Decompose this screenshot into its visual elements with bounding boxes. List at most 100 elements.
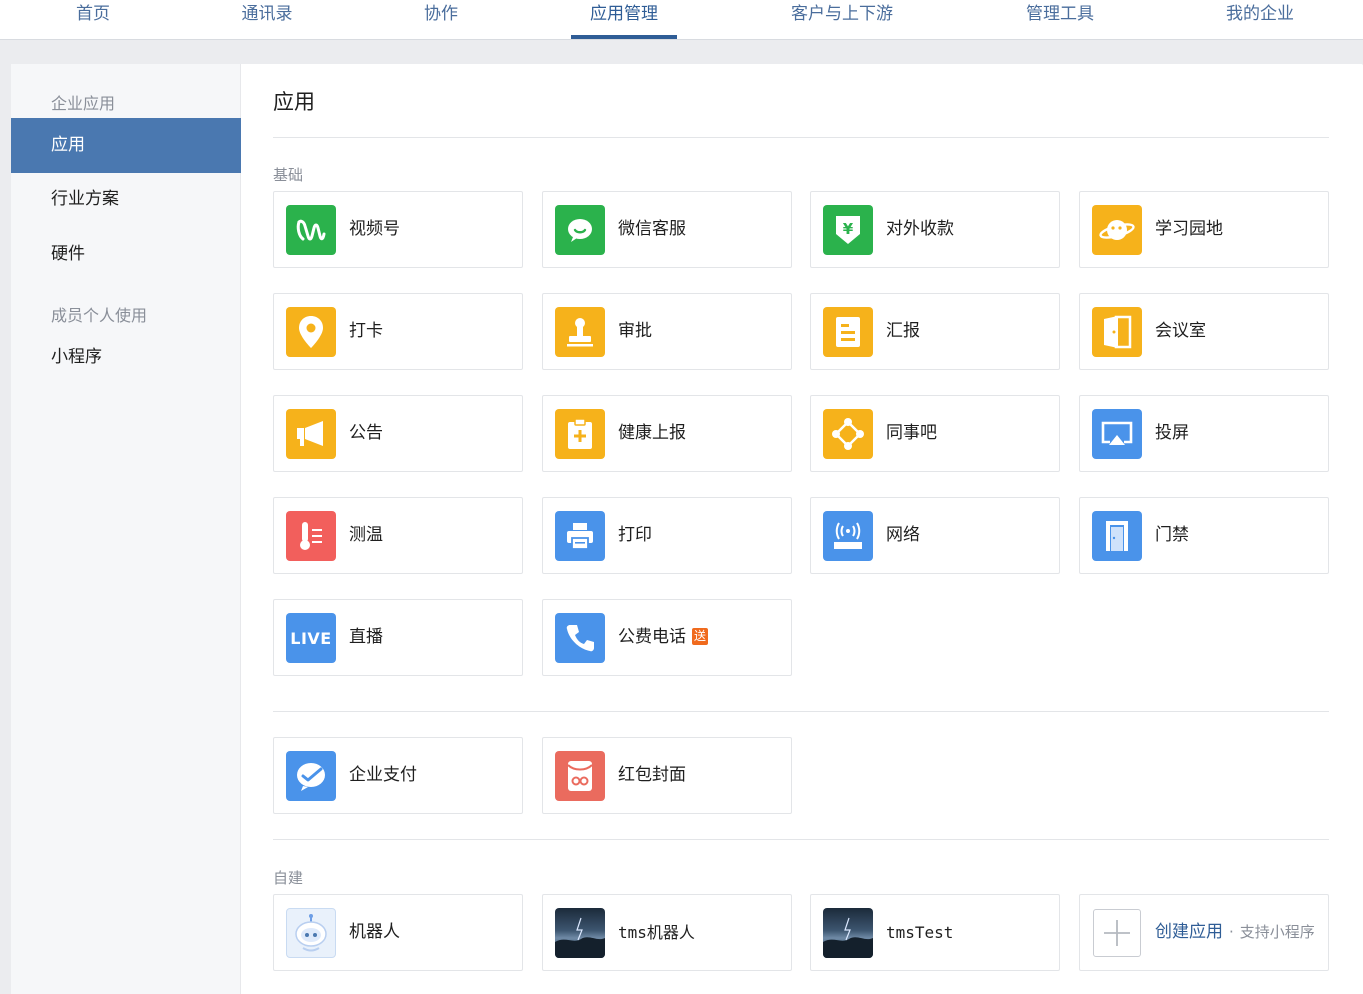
app-card-approval[interactable]: 审批: [542, 293, 792, 370]
app-name: 审批: [618, 321, 652, 341]
tab-management-tools[interactable]: 管理工具: [1026, 0, 1094, 40]
app-card-enterprise-payment[interactable]: 企业支付: [273, 737, 523, 814]
sidebar-item-hardware[interactable]: 硬件: [11, 227, 241, 282]
tab-my-enterprise[interactable]: 我的企业: [1226, 0, 1294, 40]
app-card-announcement[interactable]: 公告: [273, 395, 523, 472]
app-card-public-phone[interactable]: 公费电话送: [542, 599, 792, 676]
app-card-channels[interactable]: 视频号: [273, 191, 523, 268]
tab-collaboration[interactable]: 协作: [424, 0, 458, 40]
app-name: 学习园地: [1155, 219, 1223, 239]
sidebar-item-industry-solutions[interactable]: 行业方案: [11, 172, 241, 227]
sidebar-item-mini-programs[interactable]: 小程序: [11, 330, 241, 385]
door-icon: [1092, 511, 1142, 561]
app-name: 公费电话送: [618, 600, 709, 675]
section-label-basic: 基础: [273, 166, 304, 184]
app-card-colleague-forum[interactable]: 同事吧: [810, 395, 1060, 472]
tab-contacts[interactable]: 通讯录: [242, 0, 293, 40]
sidebar: 企业应用 应用 行业方案 硬件 成员个人使用 小程序: [11, 64, 241, 994]
app-card-tms-test[interactable]: tmsTest: [810, 894, 1060, 971]
tab-customers[interactable]: 客户与上下游: [791, 0, 893, 40]
app-card-learning-garden[interactable]: 学习园地: [1079, 191, 1329, 268]
content-area: 应用 基础 视频号 微信客服 ¥ 对外收款 学习园地 打卡 审批 汇报 会议室 …: [273, 64, 1329, 994]
app-card-report[interactable]: 汇报: [810, 293, 1060, 370]
app-name: 会议室: [1155, 321, 1206, 341]
app-name: 打印: [618, 525, 652, 545]
gift-badge: 送: [692, 628, 709, 645]
yuan-shield-icon: ¥: [823, 205, 873, 255]
svg-text:¥: ¥: [843, 220, 854, 238]
network-nodes-icon: [823, 409, 873, 459]
app-name: tmsTest: [886, 923, 954, 942]
app-card-network[interactable]: 网络: [810, 497, 1060, 574]
app-card-meeting-room[interactable]: 会议室: [1079, 293, 1329, 370]
app-card-external-payment[interactable]: ¥ 对外收款: [810, 191, 1060, 268]
screen-cast-icon: [1092, 409, 1142, 459]
divider: [273, 711, 1329, 712]
app-card-robot[interactable]: 机器人: [273, 894, 523, 971]
chat-bubble-icon: [555, 205, 605, 255]
create-app-link[interactable]: 创建应用: [1155, 922, 1223, 942]
live-icon: LIVE: [286, 613, 336, 663]
channels-icon: [286, 205, 336, 255]
app-card-wechat-service[interactable]: 微信客服: [542, 191, 792, 268]
app-name: 企业支付: [349, 765, 417, 785]
create-app-note: 支持小程序: [1239, 923, 1315, 941]
app-name: 机器人: [349, 922, 400, 942]
live-icon-text: LIVE: [290, 628, 332, 648]
app-card-live[interactable]: LIVE 直播: [273, 599, 523, 676]
app-name: 直播: [349, 627, 383, 647]
top-nav: 首页 通讯录 协作 应用管理 客户与上下游 管理工具 我的企业: [0, 0, 1363, 40]
main-panel: 企业应用 应用 行业方案 硬件 成员个人使用 小程序 应用 基础 视频号 微信客…: [11, 64, 1363, 994]
create-separator: ·: [1229, 923, 1234, 941]
app-card-red-envelope-cover[interactable]: 红包封面: [542, 737, 792, 814]
router-icon: [823, 511, 873, 561]
app-name-text: 公费电话: [618, 627, 686, 647]
page-title: 应用: [273, 90, 315, 114]
report-doc-icon: [823, 307, 873, 357]
app-name: 汇报: [886, 321, 920, 341]
robot-icon: [286, 908, 336, 958]
phone-icon: [555, 613, 605, 663]
sidebar-group-enterprise: 企业应用: [51, 94, 116, 113]
app-name: 门禁: [1155, 525, 1189, 545]
app-card-print[interactable]: 打印: [542, 497, 792, 574]
divider: [273, 839, 1329, 840]
divider: [273, 137, 1329, 138]
plus-icon: [1093, 909, 1141, 957]
app-name: 投屏: [1155, 423, 1189, 443]
app-card-health-report[interactable]: 健康上报: [542, 395, 792, 472]
app-card-access-control[interactable]: 门禁: [1079, 497, 1329, 574]
sidebar-item-apps[interactable]: 应用: [11, 118, 241, 173]
red-envelope-icon: [555, 751, 605, 801]
storm-image-icon: [823, 908, 873, 958]
stamp-icon: [555, 307, 605, 357]
tab-home[interactable]: 首页: [76, 0, 110, 40]
payment-icon: [286, 751, 336, 801]
create-app-button[interactable]: 创建应用 · 支持小程序: [1079, 894, 1329, 971]
tab-app-management[interactable]: 应用管理: [571, 0, 677, 40]
app-card-screen-cast[interactable]: 投屏: [1079, 395, 1329, 472]
app-name: 视频号: [349, 219, 400, 239]
app-name: 健康上报: [618, 423, 686, 443]
app-card-check-in[interactable]: 打卡: [273, 293, 523, 370]
app-name: 微信客服: [618, 219, 686, 239]
planet-icon: [1092, 205, 1142, 255]
medical-clipboard-icon: [555, 409, 605, 459]
sidebar-group-personal: 成员个人使用: [51, 306, 148, 325]
app-name: 对外收款: [886, 219, 954, 239]
app-name: 测温: [349, 525, 383, 545]
megaphone-icon: [286, 409, 336, 459]
create-app-text: 创建应用 · 支持小程序: [1155, 895, 1315, 970]
app-name: 红包封面: [618, 765, 686, 785]
app-name: 同事吧: [886, 423, 937, 443]
app-card-temperature[interactable]: 测温: [273, 497, 523, 574]
location-pin-icon: [286, 307, 336, 357]
app-name: 打卡: [349, 321, 383, 341]
app-name: 网络: [886, 525, 920, 545]
app-name: 公告: [349, 423, 383, 443]
app-card-tms-robot[interactable]: tms机器人: [542, 894, 792, 971]
section-label-custom: 自建: [273, 869, 304, 887]
thermometer-icon: [286, 511, 336, 561]
app-name: tms机器人: [618, 923, 695, 942]
door-open-icon: [1092, 307, 1142, 357]
